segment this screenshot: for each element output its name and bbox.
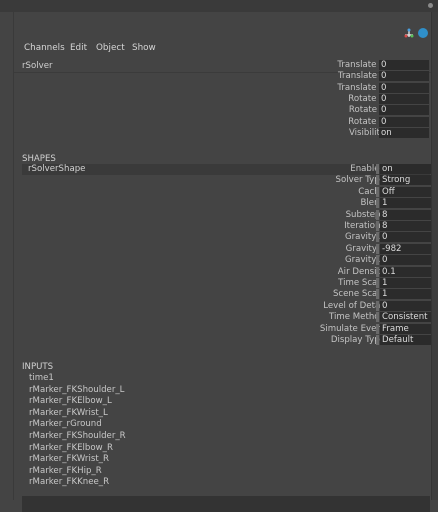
- gravity-z-label[interactable]: Gravity Z: [245, 255, 385, 265]
- time-scale-label[interactable]: Time Scale: [245, 278, 385, 288]
- air-density-field[interactable]: 0.1: [380, 266, 438, 277]
- air-density-label[interactable]: Air Density: [245, 267, 385, 277]
- iterations-slider-handle: [376, 221, 379, 231]
- input-node[interactable]: rMarker_FKHip_R: [29, 466, 102, 476]
- substeps-label[interactable]: Substeps: [245, 210, 385, 220]
- input-node[interactable]: time1: [29, 373, 54, 383]
- rotate-x-label[interactable]: Rotate X: [245, 94, 385, 104]
- substeps-slider-handle: [376, 209, 379, 220]
- time-scale-slider-handle: [376, 278, 379, 288]
- inputs-heading: INPUTS: [22, 362, 54, 372]
- move-axes-icon[interactable]: [404, 28, 414, 38]
- translate-x-field[interactable]: 0: [379, 60, 429, 70]
- display-type-field[interactable]: Default: [380, 335, 438, 345]
- time-method-label[interactable]: Time Method: [245, 312, 385, 322]
- rotate-x-field[interactable]: 0: [379, 93, 429, 104]
- blend-label[interactable]: Blend: [245, 198, 385, 208]
- scene-scale-field[interactable]: 1: [380, 289, 438, 300]
- menu-channels[interactable]: Channels: [24, 43, 65, 53]
- rotate-y-field[interactable]: 0: [379, 105, 429, 116]
- cache-slider-handle: [376, 186, 379, 197]
- simulate-every-label[interactable]: Simulate Every: [245, 324, 385, 334]
- substeps-field[interactable]: 8: [380, 209, 438, 220]
- input-node[interactable]: rMarker_FKWrist_L: [29, 408, 108, 418]
- simulate-every-field[interactable]: Frame: [380, 323, 438, 334]
- gravity-x-field[interactable]: 0: [380, 232, 438, 243]
- navigate-icon[interactable]: [418, 28, 428, 38]
- iterations-label[interactable]: Iterations: [245, 221, 385, 231]
- time-method-field[interactable]: Consistent: [380, 312, 438, 323]
- input-node[interactable]: rMarker_rGround: [29, 419, 102, 429]
- translate-y-field[interactable]: 0: [379, 71, 429, 82]
- enabled-slider-handle: [376, 164, 379, 174]
- gravity-y-label[interactable]: Gravity Y: [245, 244, 385, 254]
- display-type-slider-handle: [376, 335, 379, 345]
- input-node[interactable]: rMarker_FKElbow_L: [29, 396, 112, 406]
- level-of-detail-slider-handle: [376, 300, 379, 311]
- node-name[interactable]: rSolver: [22, 61, 53, 71]
- air-density-slider-handle: [376, 266, 379, 277]
- level-of-detail-label[interactable]: Level of Detail: [245, 301, 385, 311]
- gravity-y-slider-handle: [376, 243, 379, 254]
- empty-area: [22, 496, 430, 512]
- input-node[interactable]: rMarker_FKElbow_R: [29, 443, 113, 453]
- solver-type-field[interactable]: Strong: [380, 175, 438, 186]
- translate-y-label[interactable]: Translate Y: [245, 71, 385, 81]
- window-dot-icon: [428, 3, 433, 8]
- gravity-y-field[interactable]: -982: [380, 243, 438, 254]
- enabled-label[interactable]: Enabled: [245, 164, 385, 174]
- visibility-label[interactable]: Visibility: [245, 128, 385, 138]
- scene-scale-label[interactable]: Scene Scale: [245, 289, 385, 299]
- time-method-slider-handle: [376, 312, 379, 323]
- solver-type-slider-handle: [376, 175, 379, 186]
- menu-edit[interactable]: Edit: [70, 43, 87, 53]
- menu-show[interactable]: Show: [132, 43, 156, 53]
- iterations-field[interactable]: 8: [380, 221, 438, 231]
- vertical-scrollbar[interactable]: [431, 12, 438, 500]
- level-of-detail-field[interactable]: 0: [380, 300, 438, 311]
- input-node[interactable]: rMarker_FKShoulder_L: [29, 385, 124, 395]
- gravity-z-slider-handle: [376, 255, 379, 266]
- display-type-label[interactable]: Display Type: [245, 335, 385, 345]
- gravity-x-slider-handle: [376, 232, 379, 243]
- rotate-z-label[interactable]: Rotate Z: [245, 117, 385, 127]
- shape-node-name: rSolverShape: [28, 164, 86, 174]
- input-node[interactable]: rMarker_FKWrist_R: [29, 454, 109, 464]
- simulate-every-slider-handle: [376, 323, 379, 334]
- cache-field[interactable]: Off: [380, 186, 438, 197]
- solver-type-label[interactable]: Solver Type: [245, 175, 385, 185]
- gravity-z-field[interactable]: 0: [380, 255, 438, 266]
- menu-object[interactable]: Object: [96, 43, 125, 53]
- channel-box-panel: Channels Edit Object Show rSolver Translate…: [13, 12, 438, 512]
- time-scale-field[interactable]: 1: [380, 278, 438, 288]
- rotate-y-label[interactable]: Rotate Y: [245, 105, 385, 115]
- rotate-z-field[interactable]: 0: [379, 116, 429, 127]
- scene-scale-slider-handle: [376, 289, 379, 300]
- translate-z-field[interactable]: 0: [379, 82, 429, 93]
- title-bar: [0, 0, 438, 12]
- gravity-x-label[interactable]: Gravity X: [245, 232, 385, 242]
- cache-label[interactable]: Cache: [245, 187, 385, 197]
- input-node[interactable]: rMarker_FKShoulder_R: [29, 431, 126, 441]
- translate-x-label[interactable]: Translate X: [245, 60, 385, 70]
- input-node[interactable]: rMarker_FKKnee_R: [29, 477, 109, 487]
- blend-field[interactable]: 1: [380, 198, 438, 209]
- blend-slider-handle: [376, 198, 379, 209]
- shapes-heading: SHAPES: [22, 154, 56, 164]
- translate-z-label[interactable]: Translate Z: [245, 83, 385, 93]
- visibility-field[interactable]: on: [379, 127, 429, 138]
- enabled-field[interactable]: on: [380, 164, 438, 174]
